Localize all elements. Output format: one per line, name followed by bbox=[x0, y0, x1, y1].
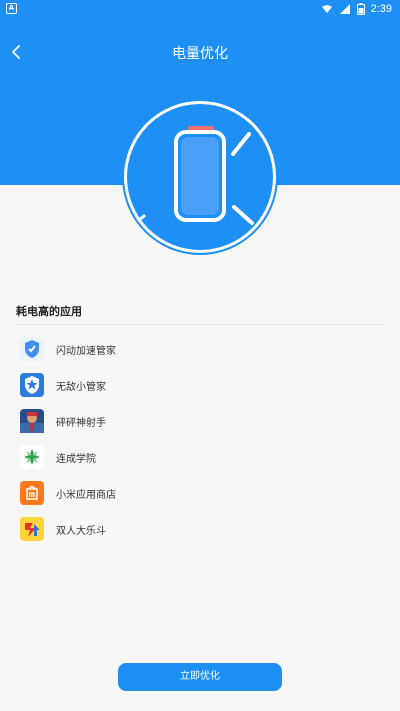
signal-icon bbox=[339, 4, 350, 14]
app-label: 双人大乐斗 bbox=[56, 525, 106, 537]
app-label: 连成学院 bbox=[56, 453, 96, 465]
status-right-cluster: 2:39 bbox=[321, 2, 392, 16]
palm-icon bbox=[20, 445, 44, 469]
page-title: 电量优化 bbox=[172, 46, 228, 62]
list-item: 双人大乐斗 bbox=[0, 511, 400, 547]
battery-icon bbox=[356, 3, 365, 15]
battery-icon bbox=[137, 126, 254, 225]
list-item: 小米应用商店 bbox=[0, 475, 400, 511]
status-bar: A 2:39 bbox=[0, 0, 400, 18]
shield-star-icon bbox=[20, 373, 44, 397]
status-app-icon: A bbox=[6, 3, 17, 14]
mi-store-icon bbox=[20, 481, 44, 505]
section-title: 耗电高的应用 bbox=[16, 305, 82, 318]
shield-icon bbox=[20, 337, 44, 361]
app-label: 砰砰神射手 bbox=[56, 417, 106, 429]
divider bbox=[16, 324, 384, 325]
app-label: 闪动加速管家 bbox=[56, 345, 116, 357]
list-item: 无敌小管家 bbox=[0, 367, 400, 403]
app-label: 小米应用商店 bbox=[56, 489, 116, 501]
optimize-button[interactable]: 立即优化 bbox=[118, 663, 282, 691]
wifi-icon bbox=[321, 5, 332, 13]
status-time: 2:39 bbox=[370, 3, 392, 15]
list-item: 砰砰神射手 bbox=[0, 403, 400, 439]
list-item: 连成学院 bbox=[0, 439, 400, 475]
app-list: 闪动加速管家 无敌小管家 砰砰神射手 连成学院 小米应用商店 双人大乐斗 bbox=[0, 331, 400, 547]
duo-icon bbox=[20, 517, 44, 541]
app-label: 无敌小管家 bbox=[56, 381, 106, 393]
battery-graphic bbox=[124, 101, 276, 253]
list-item: 闪动加速管家 bbox=[0, 331, 400, 367]
game-icon bbox=[20, 409, 44, 433]
